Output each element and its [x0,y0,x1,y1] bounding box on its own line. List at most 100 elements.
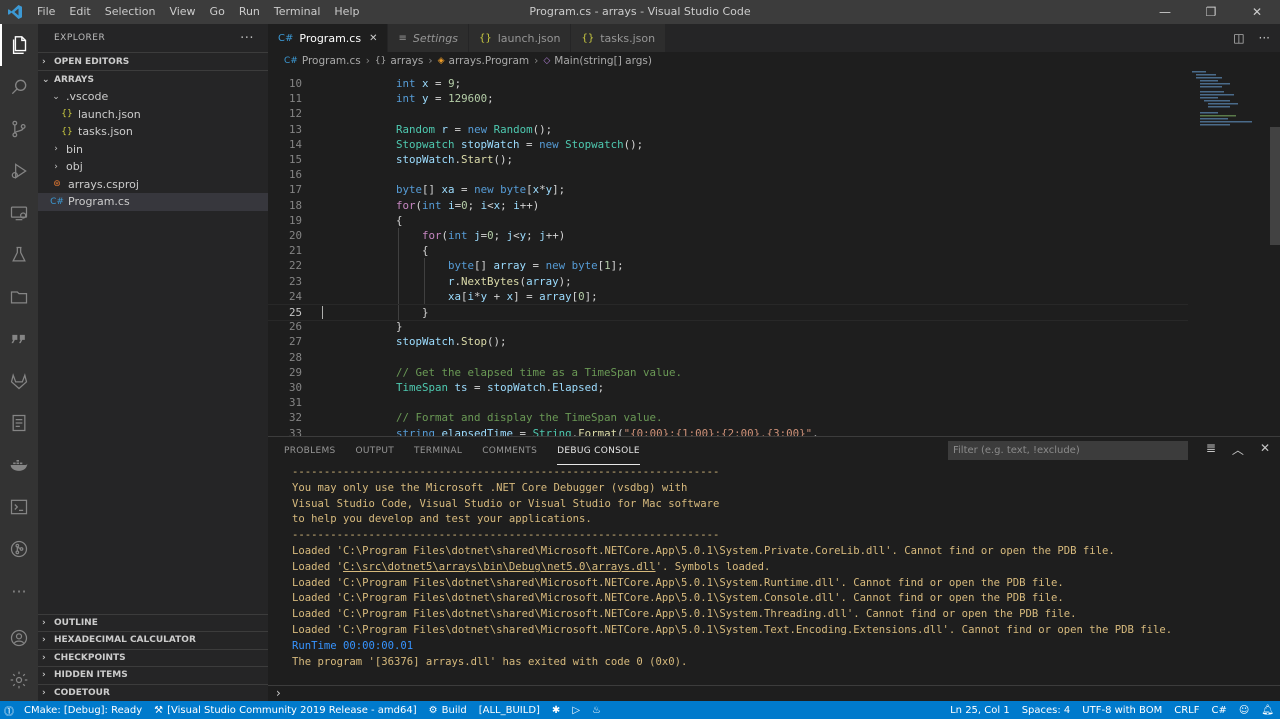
language-mode[interactable]: C# [1205,701,1232,719]
notebook-icon[interactable] [0,402,38,444]
chevron-right-icon: › [54,161,58,172]
testing-icon[interactable] [0,234,38,276]
tree-item-arrays-csproj[interactable]: ⊛ arrays.csproj [38,176,268,194]
remote-indicator[interactable]: ⓵ [0,701,18,719]
settings-gear-icon[interactable] [0,659,38,701]
menu-edit[interactable]: Edit [62,0,97,24]
json-file-icon: {} [61,109,73,120]
tree-item-vscode[interactable]: ⌄ .vscode [38,88,268,106]
more-icon[interactable]: ··· [0,570,38,612]
line-number: 11 [288,92,302,106]
console-filter-input[interactable]: Filter (e.g. text, !exclude) [948,441,1188,460]
source-control-icon[interactable] [0,108,38,150]
remote-explorer-icon[interactable] [0,192,38,234]
menu-file[interactable]: File [30,0,62,24]
folder-section-arrays[interactable]: ⌄ ARRAYS [38,70,268,88]
tab-launch-json[interactable]: {} launch.json [468,24,572,52]
code-line: 10 int x = 9; [268,76,1188,91]
tree-item-program-cs[interactable]: C# Program.cs [38,193,268,211]
panel-tab-problems[interactable]: PROBLEMS [284,437,336,465]
run-play-icon[interactable]: ▷ [566,701,586,719]
chevron-down-icon: ⌄ [52,91,60,102]
menu-go[interactable]: Go [203,0,232,24]
line-number: 27 [288,335,302,349]
close-window-button[interactable]: ✕ [1234,0,1280,24]
console-line: Loaded 'C:\Program Files\dotnet\shared\M… [292,576,1064,589]
tab-program-cs[interactable]: C# Program.cs ✕ [268,24,389,52]
line-ending[interactable]: CRLF [1168,701,1205,719]
split-editor-icon[interactable]: ◫ [1233,31,1244,45]
line-number: 24 [288,289,302,303]
code-line: 31 [268,395,1188,410]
menu-help[interactable]: Help [327,0,366,24]
explorer-icon[interactable] [0,24,38,66]
run-debug-icon[interactable] [0,150,38,192]
status-bar: ⓵ CMake: [Debug]: Ready ⚒ [Visual Studio … [0,701,1280,719]
panel-tab-debug-console[interactable]: DEBUG CONSOLE [557,437,640,465]
feedback-icon[interactable]: ☺ [1233,701,1255,719]
notifications-bell-icon[interactable]: 🔔︎ [1255,701,1280,719]
breadcrumb-method[interactable]: Main(string[] args) [554,55,652,67]
panel-tab-terminal[interactable]: TERMINAL [414,437,462,465]
encoding[interactable]: UTF-8 with BOM [1076,701,1168,719]
tree-item-obj[interactable]: › obj [38,158,268,176]
cmake-target[interactable]: [ALL_BUILD] [473,701,546,719]
menu-terminal[interactable]: Terminal [267,0,328,24]
csharp-file-icon: C# [278,32,294,44]
cmake-status[interactable]: CMake: [Debug]: Ready [18,701,148,719]
quote-icon[interactable] [0,318,38,360]
terminal-icon[interactable] [0,486,38,528]
open-editors-section[interactable]: › OPEN EDITORS [38,52,268,70]
bottom-panel: PROBLEMS OUTPUT TERMINAL COMMENTS DEBUG CONS… [268,436,1280,701]
section-checkpoints[interactable]: › CHECKPOINTS [38,648,268,667]
search-icon[interactable] [0,66,38,108]
restore-button[interactable]: ❐ [1188,0,1234,24]
tree-item-launch-json[interactable]: {} launch.json [38,106,268,124]
maximize-panel-icon[interactable]: ︿ [1232,441,1244,458]
tree-item-tasks-json[interactable]: {} tasks.json [38,123,268,141]
minimize-button[interactable]: — [1142,0,1188,24]
editor-more-actions-icon[interactable]: ··· [1259,31,1270,45]
tree-item-bin[interactable]: › bin [38,141,268,159]
panel-tab-comments[interactable]: COMMENTS [482,437,537,465]
panel-tab-output[interactable]: OUTPUT [356,437,394,465]
repl-input[interactable]: › [268,685,1280,701]
editor-scrollbar[interactable] [1270,127,1280,245]
code-line: 15 stopWatch.Start(); [268,152,1188,167]
close-tab-icon[interactable]: ✕ [369,33,377,44]
tab-tasks-json[interactable]: {} tasks.json [571,24,667,52]
section-outline[interactable]: › OUTLINE [38,613,268,632]
menu-view[interactable]: View [162,0,202,24]
breadcrumb-class[interactable]: arrays.Program [449,55,530,67]
cmake-build-button[interactable]: ⚙ Build [423,701,473,719]
cursor-position[interactable]: Ln 25, Col 1 [944,701,1016,719]
docker-icon[interactable] [0,444,38,486]
tab-settings[interactable]: ≡ Settings [388,24,469,52]
debug-bug-icon[interactable]: ✱ [546,701,566,719]
gitlab-icon[interactable] [0,360,38,402]
section-hidden-items[interactable]: › HIDDEN ITEMS [38,666,268,684]
close-panel-icon[interactable]: ✕ [1260,441,1270,458]
account-icon[interactable] [0,617,38,659]
minimap[interactable] [1190,70,1268,150]
menu-run[interactable]: Run [232,0,267,24]
flame-icon[interactable]: ♨ [586,701,607,719]
code-editor[interactable]: 10 int x = 9; 11 int y = 129600; 12 13 Random … [268,70,1280,436]
project-manager-icon[interactable] [0,276,38,318]
file-link[interactable]: C:\src\dotnet5\arrays\bin\Debug\net5.0\a… [343,561,656,573]
breadcrumb-file[interactable]: Program.cs [302,55,361,67]
line-number: 33 [288,426,302,436]
code-line: 28 [268,350,1188,365]
code-text: string elapsedTime = String.Format("{0:0… [396,426,819,436]
code-text: stopWatch.Stop(); [396,335,507,349]
clear-console-icon[interactable]: ≣ [1206,441,1216,458]
section-hexadecimal-calculator[interactable]: › HEXADECIMAL CALCULATOR [38,631,268,649]
breadcrumb-namespace[interactable]: arrays [390,55,423,67]
cmake-kit[interactable]: ⚒ [Visual Studio Community 2019 Release -… [148,701,423,719]
explorer-more-actions-icon[interactable]: ··· [240,31,254,46]
indentation[interactable]: Spaces: 4 [1016,701,1077,719]
chevron-right-icon: › [365,55,370,67]
section-codetour[interactable]: › CODETOUR [38,683,268,702]
git-graph-icon[interactable] [0,528,38,570]
menu-selection[interactable]: Selection [98,0,163,24]
